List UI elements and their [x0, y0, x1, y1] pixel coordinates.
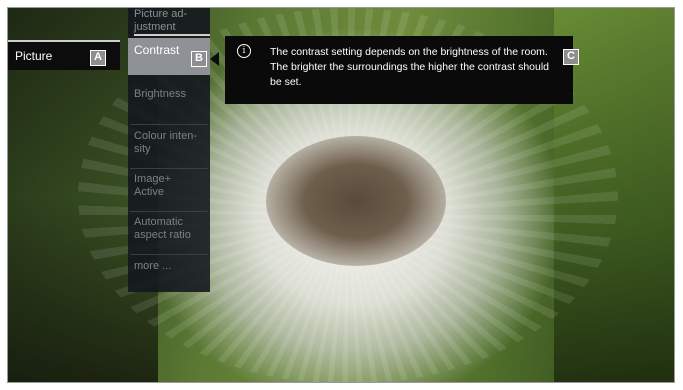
- menu-header-line2: justment: [134, 21, 210, 36]
- label-badge-a: A: [90, 50, 106, 66]
- menu-item-label-line1: Automatic: [134, 216, 183, 228]
- info-text: The contrast setting depends on the brig…: [270, 46, 550, 88]
- label-badge-b: B: [191, 51, 207, 67]
- menu-item-colour-intensity[interactable]: Colour inten- sity: [128, 130, 210, 166]
- menu-item-label-line2: Active: [134, 186, 164, 198]
- menu-item-label-line2: aspect ratio: [134, 229, 191, 241]
- menu-item-label-line1: Colour inten-: [134, 130, 197, 142]
- menu-item-label: Contrast: [134, 43, 180, 57]
- info-icon: i: [237, 44, 251, 58]
- menu-item-image-active[interactable]: Image+ Active: [128, 173, 210, 209]
- menu-header: Picture ad- justment: [134, 8, 210, 36]
- menu-header-line1: Picture ad-: [134, 8, 188, 20]
- menu-divider: [130, 168, 208, 169]
- menu-item-more[interactable]: more ...: [128, 260, 210, 280]
- menu-divider: [130, 124, 208, 125]
- menu-item-label: Brightness: [134, 88, 186, 100]
- menu-divider: [130, 211, 208, 212]
- label-badge-c: C: [563, 49, 579, 65]
- menu-tab-label: Picture: [15, 49, 53, 63]
- menu-divider: [130, 254, 208, 255]
- info-tooltip: i The contrast setting depends on the br…: [225, 36, 573, 104]
- menu-item-automatic-aspect-ratio[interactable]: Automatic aspect ratio: [128, 216, 210, 252]
- menu-item-label-line2: sity: [134, 143, 151, 155]
- dandelion-seed-head: [266, 136, 446, 266]
- tv-screen: Picture Picture ad- justment Contrast Br…: [7, 7, 675, 383]
- menu-item-label: more ...: [134, 260, 172, 272]
- menu-item-label-line1: Image+: [134, 173, 171, 185]
- menu-item-brightness[interactable]: Brightness: [128, 88, 210, 118]
- tooltip-pointer: [210, 52, 219, 66]
